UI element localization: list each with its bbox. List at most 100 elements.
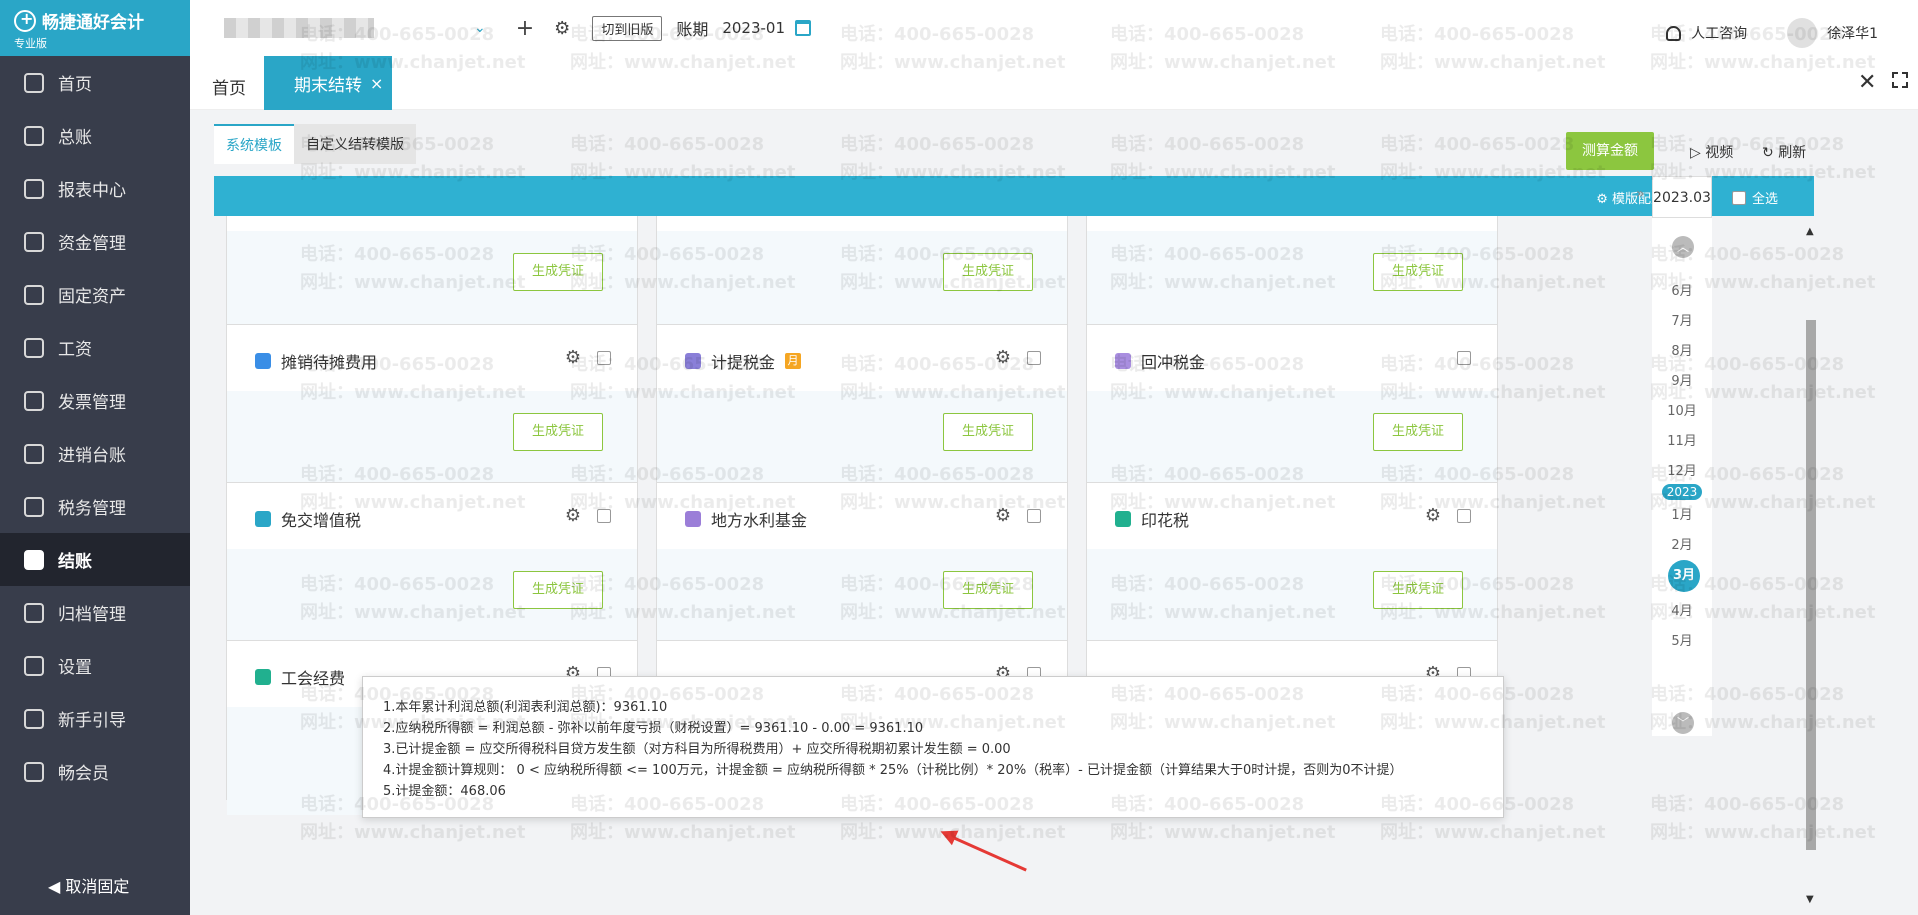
gear-icon[interactable]: ⚙ — [995, 505, 1011, 526]
gear-icon[interactable]: ⚙ — [565, 347, 581, 368]
gear-icon[interactable]: ⚙ — [565, 505, 581, 526]
sidebar-item-10[interactable]: 归档管理 — [0, 586, 190, 639]
fullscreen-icon[interactable] — [1892, 72, 1908, 88]
card-checkbox[interactable] — [597, 509, 611, 523]
month-item[interactable]: 12月 — [1652, 460, 1712, 479]
scroll-down-icon[interactable]: ▼ — [1806, 894, 1814, 905]
calc-amount-button[interactable]: 测算金额 — [1566, 132, 1654, 170]
generate-voucher-button[interactable]: 生成凭证 — [943, 571, 1033, 609]
card-checkbox[interactable] — [1457, 351, 1471, 365]
select-all-checkbox[interactable] — [1731, 190, 1746, 205]
generate-voucher-button[interactable]: 生成凭证 — [1373, 253, 1463, 291]
close-tabs-icon[interactable]: ✕ — [1858, 70, 1876, 95]
generate-voucher-button[interactable]: 生成凭证 — [943, 413, 1033, 451]
month-item[interactable]: 10月 — [1652, 400, 1712, 419]
refresh-link[interactable]: ↻ 刷新 — [1762, 142, 1806, 162]
period-value[interactable]: 2023-01 — [722, 19, 785, 37]
sidebar-item-9[interactable]: 结账 — [0, 533, 190, 586]
sidebar-item-label: 固定资产 — [58, 287, 126, 307]
rail-collapse-icon[interactable]: » — [1636, 186, 1645, 202]
calendar-icon[interactable] — [795, 20, 812, 36]
month-item[interactable]: 1月 — [1652, 504, 1712, 523]
month-item[interactable]: 5月 — [1652, 630, 1712, 649]
generate-voucher-button[interactable]: 生成凭证 — [943, 253, 1033, 291]
sidebar-item-6[interactable]: 发票管理 — [0, 374, 190, 427]
card-checkbox[interactable] — [1457, 509, 1471, 523]
ledger-icon — [24, 125, 44, 146]
sidebar-item-7[interactable]: 进销台账 — [0, 427, 190, 480]
sidebar-item-13[interactable]: 畅会员 — [0, 745, 190, 798]
sidebar-item-label: 畅会员 — [58, 764, 109, 784]
app-logo[interactable]: 畅捷通好会计 专业版 — [0, 0, 190, 56]
sidebar-item-11[interactable]: 设置 — [0, 639, 190, 692]
sidebar-item-2[interactable]: 报表中心 — [0, 162, 190, 215]
month-badge: 月 — [785, 353, 802, 369]
sidebar-item-0[interactable]: 首页 — [0, 56, 190, 109]
scroll-up-icon[interactable]: ▲ — [1806, 226, 1814, 237]
gear-icon[interactable]: ⚙ — [1425, 505, 1441, 526]
tab-custom-template[interactable]: 自定义结转模版 — [294, 124, 416, 164]
sidebar-item-label: 税务管理 — [58, 499, 126, 519]
transfer-card: 印花税 ⚙ 生成凭证 — [1086, 482, 1498, 657]
month-item[interactable]: 8月 — [1652, 340, 1712, 359]
headset-icon[interactable] — [1666, 25, 1682, 41]
gear-icon[interactable]: ⚙ — [554, 18, 570, 39]
generate-voucher-button[interactable]: 生成凭证 — [1373, 571, 1463, 609]
unpin-sidebar-button[interactable]: ◀ 取消固定 — [48, 873, 129, 897]
switch-old-version-button[interactable]: 切到旧版 — [592, 15, 663, 41]
scroll-thumb[interactable] — [1806, 320, 1816, 850]
sidebar-item-label: 首页 — [58, 75, 92, 95]
add-icon[interactable]: + — [516, 16, 534, 41]
card-title: 地方水利基金 — [685, 507, 807, 531]
month-item[interactable]: 9月 — [1652, 370, 1712, 389]
card-checkbox[interactable] — [1027, 351, 1041, 365]
user-name[interactable]: 徐泽华1 — [1827, 23, 1878, 43]
scrollbar[interactable]: ▲ ▼ — [1804, 220, 1818, 905]
card-type-icon — [255, 353, 271, 369]
close-icon[interactable]: × — [370, 74, 383, 93]
tab-system-template[interactable]: 系统模板 — [214, 124, 294, 164]
month-item[interactable]: 11月 — [1652, 430, 1712, 449]
generate-voucher-button[interactable]: 生成凭证 — [513, 253, 603, 291]
top-bar: ⌄ + ⚙ 切到旧版 账期 2023-01 人工咨询 徐泽华1 — [190, 0, 1918, 56]
tab-period-end-transfer[interactable]: 期末结转 × — [264, 56, 392, 110]
month-item[interactable]: 2月 — [1652, 534, 1712, 553]
generate-voucher-button[interactable]: 生成凭证 — [513, 413, 603, 451]
current-period[interactable]: 2023.03 — [1652, 176, 1712, 218]
chevron-down-icon[interactable]: ⌄ — [474, 20, 486, 36]
month-item[interactable]: 4月 — [1652, 600, 1712, 619]
tab-bar: 首页 期末结转 × ✕ — [190, 56, 1918, 110]
card-checkbox[interactable] — [597, 351, 611, 365]
home-icon — [24, 72, 44, 93]
month-down-icon[interactable]: ﹀ — [1672, 712, 1694, 734]
account-selector[interactable] — [224, 18, 374, 38]
generate-voucher-button[interactable]: 生成凭证 — [513, 571, 603, 609]
building-icon — [24, 284, 44, 305]
month-item[interactable]: 6月 — [1652, 280, 1712, 299]
select-all[interactable]: 全选 — [1731, 188, 1778, 207]
tax-calc-tooltip: 1.本年累计利润总额(利润表利润总额)：9361.10 2.应纳税所得额 = 利润… — [362, 676, 1504, 818]
card-type-icon — [1115, 353, 1131, 369]
sidebar-item-5[interactable]: 工资 — [0, 321, 190, 374]
gear-icon[interactable]: ⚙ — [995, 347, 1011, 368]
sidebar-item-8[interactable]: 税务管理 — [0, 480, 190, 533]
transfer-card: 免交增值税 ⚙ 生成凭证 — [226, 482, 638, 657]
sidebar-item-3[interactable]: 资金管理 — [0, 215, 190, 268]
sidebar-item-12[interactable]: 新手引导 — [0, 692, 190, 745]
avatar[interactable] — [1787, 18, 1818, 48]
generate-voucher-button[interactable]: 生成凭证 — [1373, 413, 1463, 451]
consult-link[interactable]: 人工咨询 — [1691, 23, 1747, 43]
tab-label: 期末结转 — [294, 75, 362, 96]
card-title: 摊销待摊费用 — [255, 349, 377, 373]
tab-home[interactable]: 首页 — [212, 74, 246, 99]
sidebar-item-1[interactable]: 总账 — [0, 109, 190, 162]
month-up-icon[interactable]: ︿ — [1672, 236, 1694, 258]
sidebar-item-4[interactable]: 固定资产 — [0, 268, 190, 321]
month-item[interactable]: 7月 — [1652, 310, 1712, 329]
tooltip-line: 4.计提金额计算规则： 0 < 应纳税所得额 <= 100万元，计提金额 = 应… — [383, 763, 1403, 778]
tooltip-line: 5.计提金额：468.06 — [383, 784, 506, 799]
video-link[interactable]: ▷ 视频 — [1690, 142, 1733, 162]
card-checkbox[interactable] — [1027, 509, 1041, 523]
sidebar-item-label: 报表中心 — [58, 181, 126, 201]
month-item-selected[interactable]: 3月 — [1668, 560, 1700, 592]
